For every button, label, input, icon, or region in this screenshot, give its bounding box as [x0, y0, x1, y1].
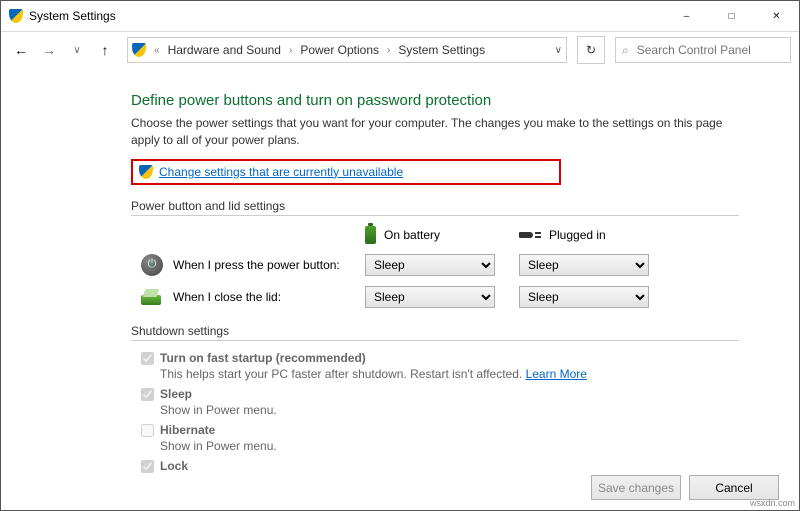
save-changes-button: Save changes	[591, 475, 681, 500]
chevron-right-icon: ›	[285, 45, 296, 56]
page-subtext: Choose the power settings that you want …	[131, 115, 739, 149]
up-button[interactable]: ↑	[93, 38, 117, 62]
row-power-button-label: When I press the power button:	[173, 258, 340, 272]
divider	[131, 215, 739, 216]
chevron-left-icon: «	[150, 45, 164, 56]
hibernate-label: Hibernate	[160, 423, 215, 437]
power-button-plugged-select[interactable]: Sleep	[519, 254, 649, 276]
uac-shield-icon	[139, 165, 153, 179]
shutdown-settings-group: Shutdown settings Turn on fast startup (…	[131, 324, 739, 473]
row-power-button: ⏻ When I press the power button:	[141, 254, 341, 276]
fast-startup-label: Turn on fast startup (recommended)	[160, 351, 366, 365]
column-header-battery: On battery	[365, 226, 495, 244]
fast-startup-desc-text: This helps start your PC faster after sh…	[160, 367, 526, 381]
sleep-desc: Show in Power menu.	[160, 403, 739, 417]
lid-icon	[141, 289, 163, 305]
column-header-plugged: Plugged in	[519, 228, 649, 242]
row-close-lid: When I close the lid:	[141, 289, 341, 305]
plug-icon	[519, 228, 541, 242]
battery-icon	[365, 226, 376, 244]
breadcrumb-hardware-sound[interactable]: Hardware and Sound	[168, 43, 281, 57]
attribution: wsxdn.com	[750, 498, 795, 508]
window-title: System Settings	[29, 9, 116, 23]
window: System Settings – □ ✕ ← → ∨ ↑ « Hardware…	[0, 0, 800, 511]
search-icon: ⌕	[622, 43, 629, 58]
chevron-right-icon: ›	[383, 45, 394, 56]
sleep-checkbox	[141, 388, 154, 401]
learn-more-link[interactable]: Learn More	[526, 367, 587, 381]
cancel-button[interactable]: Cancel	[689, 475, 779, 500]
fast-startup-checkbox	[141, 352, 154, 365]
chevron-down-icon[interactable]: ∨	[555, 45, 562, 56]
power-button-lid-group: Power button and lid settings On battery…	[131, 199, 739, 308]
sleep-label: Sleep	[160, 387, 192, 401]
footer-buttons: Save changes Cancel	[591, 475, 779, 500]
group-label-power-lid: Power button and lid settings	[131, 199, 739, 213]
lid-plugged-select[interactable]: Sleep	[519, 286, 649, 308]
window-controls: – □ ✕	[664, 1, 799, 31]
address-bar[interactable]: « Hardware and Sound › Power Options › S…	[127, 37, 567, 63]
column-header-plugged-label: Plugged in	[549, 228, 606, 242]
power-button-icon: ⏻	[141, 254, 163, 276]
minimize-button[interactable]: –	[664, 1, 709, 31]
app-icon	[9, 9, 23, 23]
lock-label: Lock	[160, 459, 188, 473]
hibernate-checkbox	[141, 424, 154, 437]
maximize-button[interactable]: □	[709, 1, 754, 31]
recent-locations-button[interactable]: ∨	[65, 38, 89, 62]
column-header-battery-label: On battery	[384, 228, 440, 242]
lock-checkbox	[141, 460, 154, 473]
titlebar: System Settings – □ ✕	[1, 1, 799, 32]
divider	[131, 340, 739, 341]
content-pane: Define power buttons and turn on passwor…	[1, 68, 799, 510]
back-button[interactable]: ←	[9, 38, 33, 62]
search-input[interactable]	[635, 42, 784, 58]
row-close-lid-label: When I close the lid:	[173, 290, 281, 304]
forward-button: →	[37, 38, 61, 62]
search-box[interactable]: ⌕	[615, 37, 791, 63]
refresh-button[interactable]: ↻	[577, 36, 605, 64]
close-button[interactable]: ✕	[754, 1, 799, 31]
hibernate-desc: Show in Power menu.	[160, 439, 739, 453]
change-settings-highlight: Change settings that are currently unava…	[131, 159, 561, 185]
group-label-shutdown: Shutdown settings	[131, 324, 739, 338]
fast-startup-desc: This helps start your PC faster after sh…	[160, 367, 739, 381]
breadcrumb-power-options[interactable]: Power Options	[300, 43, 379, 57]
breadcrumb-system-settings[interactable]: System Settings	[398, 43, 485, 57]
navbar: ← → ∨ ↑ « Hardware and Sound › Power Opt…	[1, 32, 799, 68]
change-unavailable-settings-link[interactable]: Change settings that are currently unava…	[159, 165, 403, 179]
control-panel-icon	[132, 43, 146, 57]
page-heading: Define power buttons and turn on passwor…	[131, 92, 739, 109]
power-button-battery-select[interactable]: Sleep	[365, 254, 495, 276]
lid-battery-select[interactable]: Sleep	[365, 286, 495, 308]
